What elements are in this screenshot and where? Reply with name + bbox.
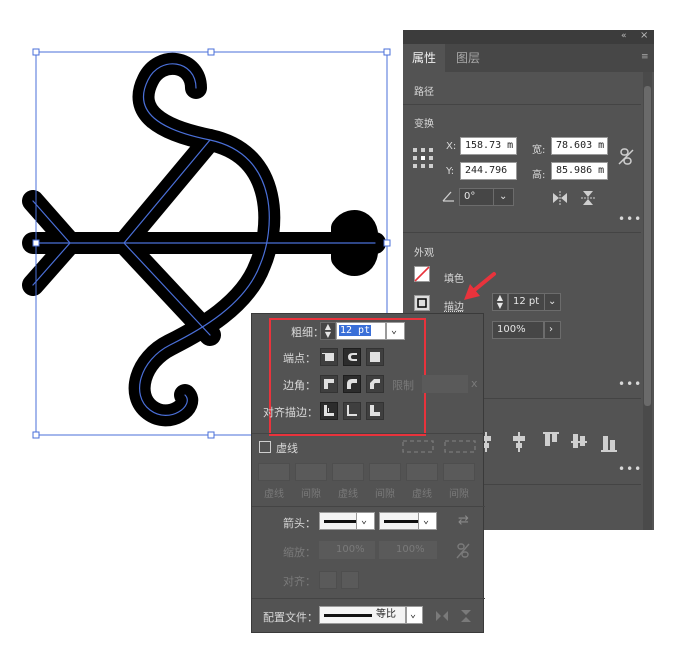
gap-field-1 (295, 463, 327, 481)
gap-label-2: 间隙 (375, 489, 395, 500)
align-stroke-icons (324, 405, 380, 416)
link-scale-icon (456, 543, 470, 559)
collapse-icon[interactable]: « (621, 31, 627, 41)
section-path: 路径 (414, 87, 434, 98)
scale-label: 缩放： (283, 546, 316, 559)
limit-field (422, 375, 468, 393)
profile-preview (324, 614, 372, 617)
more-options-appearance[interactable]: ••• (618, 377, 642, 391)
angle-icon (442, 191, 454, 202)
chevron-right-icon: › (549, 324, 553, 335)
stroke-weight-field[interactable]: 12 pt (508, 293, 546, 311)
weight-dropdown[interactable]: ⌄ (386, 322, 405, 340)
stroke-swatch[interactable] (414, 295, 430, 311)
x-field[interactable]: 158.73 m (460, 137, 517, 155)
divider (252, 433, 485, 434)
tab-layers[interactable]: 图层 (447, 44, 489, 72)
divider (403, 104, 641, 105)
panel-scrollbar-thumb[interactable] (644, 86, 651, 406)
flip-profile-icons (436, 610, 471, 622)
height-field[interactable]: 85.986 m (551, 162, 608, 180)
constrain-link-icon[interactable] (618, 148, 634, 166)
fill-none-swatch[interactable] (414, 266, 430, 282)
line-preview (384, 520, 422, 523)
profile-select[interactable]: 等比 (319, 606, 406, 624)
close-icon[interactable]: × (640, 30, 648, 41)
divider (252, 506, 485, 507)
chevron-down-icon: ⌄ (548, 296, 557, 307)
flip-vertical-icon[interactable] (581, 190, 595, 206)
divider (403, 232, 641, 233)
end-arrowhead-dropdown[interactable]: ⌄ (418, 512, 437, 530)
chevron-down-icon: ⌄ (391, 325, 398, 336)
chevron-down-icon: ⌄ (423, 515, 430, 526)
x-label: X: (446, 141, 457, 152)
scale-field-2: 100% (379, 541, 437, 559)
arrow-align-label: 对齐： (283, 575, 316, 588)
limit-label: 限制 (392, 379, 414, 392)
arrowhead-label: 箭头： (283, 517, 316, 530)
stroke-options-popup: 粗细： ▲ ▼ 12 pt ⌄ 端点： 边角： 限制 x 对齐描边： 虚线 虚线… (251, 313, 485, 633)
weight-value-selected: 12 pt (339, 325, 372, 336)
profile-label: 配置文件： (263, 611, 318, 624)
weight-stepper[interactable]: ▲ ▼ (320, 322, 336, 340)
tab-properties[interactable]: 属性 (403, 44, 446, 72)
reference-point-icon[interactable] (413, 148, 433, 168)
arrow-align-place-button (341, 571, 359, 589)
cap-label: 端点： (283, 352, 316, 365)
gap-field-3 (443, 463, 475, 481)
start-arrowhead-dropdown[interactable]: ⌄ (356, 512, 375, 530)
y-field[interactable]: 244.796 (460, 162, 517, 180)
more-options-transform[interactable]: ••• (618, 212, 642, 226)
opacity-field[interactable]: 100% (492, 321, 544, 339)
width-field[interactable]: 78.603 m (551, 137, 608, 155)
dash-field-1 (258, 463, 290, 481)
dashed-line-label: 虚线 (276, 442, 298, 455)
cap-icons (322, 352, 380, 362)
angle-dropdown[interactable]: ⌄ (493, 188, 514, 206)
scale-field-1: 100% (319, 541, 375, 559)
corner-label: 边角： (283, 379, 316, 392)
dash-field-3 (406, 463, 438, 481)
panel-tabs: 属性 图层 ≡ (403, 44, 654, 72)
opacity-expand-button[interactable]: › (544, 321, 561, 339)
arrow-align-extend-button (319, 571, 337, 589)
dash-label-2: 虚线 (338, 489, 358, 500)
annotation-arrow (464, 272, 496, 300)
limit-unit: x (471, 377, 478, 390)
chevron-down-icon: ⌄ (499, 191, 508, 202)
dash-label-1: 虚线 (264, 489, 284, 500)
artboard-canvas[interactable]: « × 属性 图层 ≡ 路径 变换 X: 158.73 m 宽: 78.603 … (0, 0, 679, 660)
divider (252, 598, 485, 599)
dashed-line-checkbox[interactable] (259, 441, 271, 453)
swap-arrowheads-icon[interactable]: ⇄ (458, 513, 469, 528)
flip-horizontal-icon[interactable] (552, 191, 568, 205)
chevron-down-icon: ⌄ (410, 609, 417, 620)
width-label: 宽: (532, 145, 546, 156)
dash-field-2 (332, 463, 364, 481)
gap-label-3: 间隙 (449, 489, 469, 500)
y-label: Y: (446, 166, 455, 177)
height-label: 高: (532, 170, 546, 181)
stroke-weight-dropdown[interactable]: ⌄ (544, 293, 561, 311)
more-options-align[interactable]: ••• (618, 462, 642, 476)
panel-titlebar[interactable]: « × (403, 30, 654, 44)
align-icons-row[interactable] (483, 432, 623, 452)
dash-align-icons (402, 440, 476, 453)
gap-field-2 (369, 463, 401, 481)
align-stroke-label: 对齐描边： (263, 406, 318, 419)
profile-dropdown[interactable]: ⌄ (406, 606, 423, 624)
corner-icons (324, 379, 380, 389)
weight-field[interactable]: 12 pt (336, 322, 386, 340)
weight-label: 粗细： (291, 326, 324, 339)
dash-label-3: 虚线 (412, 489, 432, 500)
section-transform: 变换 (414, 119, 434, 130)
chevron-down-icon: ⌄ (361, 515, 368, 526)
section-appearance: 外观 (414, 248, 434, 259)
gap-label-1: 间隙 (301, 489, 321, 500)
panel-menu-icon[interactable]: ≡ (641, 52, 649, 62)
profile-value: 等比 (376, 609, 396, 620)
